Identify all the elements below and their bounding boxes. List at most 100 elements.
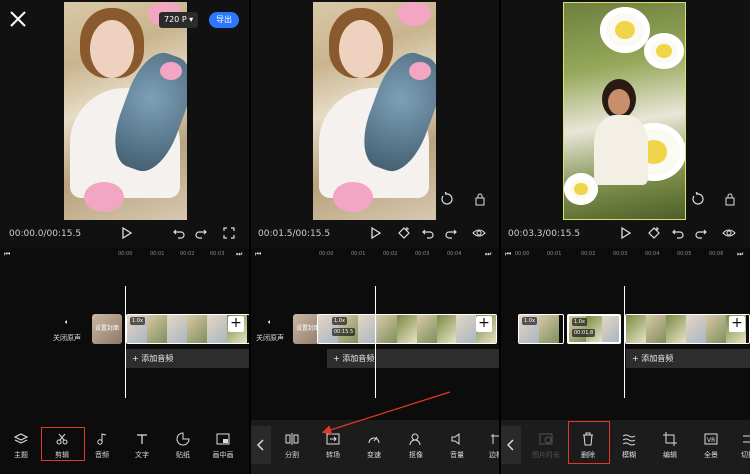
- selected-image-clip[interactable]: 1.0x 00:01.8: [567, 314, 621, 344]
- ruler-tick: 00:00: [118, 251, 133, 257]
- redo-icon[interactable]: [694, 226, 708, 240]
- main-toolbar: 主题 剪辑 音频 文字 贴纸 画中画: [0, 424, 249, 474]
- mute-original-audio[interactable]: 🔈︎ 关闭原声: [253, 318, 287, 343]
- keyframe-icon[interactable]: [647, 226, 661, 240]
- tool-panorama[interactable]: VR 全景: [694, 432, 728, 460]
- ruler-tick: 00:00: [319, 251, 334, 257]
- tool-cutout[interactable]: 抠像: [399, 432, 433, 460]
- video-clip[interactable]: 1.0x: [518, 314, 564, 344]
- timeline-ruler[interactable]: ⏮ 00:00 00:01 00:02 00:03 ⏭: [0, 250, 249, 260]
- tool-sticker[interactable]: 贴纸: [166, 432, 200, 460]
- tool-switch[interactable]: 切换: [731, 432, 750, 460]
- tool-label: 全景: [704, 451, 718, 459]
- clip-duration-badge: 00:15.5: [332, 328, 356, 336]
- image-toolbar: 图片时长 删除 模糊 编辑 VR 全景 切换: [501, 420, 750, 474]
- ruler-tick: 00:04: [645, 251, 660, 257]
- tool-picture-in-picture[interactable]: 画中画: [206, 432, 240, 460]
- playhead[interactable]: [375, 286, 376, 398]
- jump-end-icon[interactable]: ⏭: [485, 250, 491, 259]
- tool-border[interactable]: 边框: [479, 432, 499, 460]
- add-clip-button[interactable]: +: [228, 316, 244, 332]
- add-clip-button[interactable]: +: [729, 316, 745, 332]
- play-icon[interactable]: [618, 226, 632, 240]
- highlight-box: [568, 421, 610, 464]
- editor-panel-main: 720 P ▾ 导出 00:00.0/00:15.5 ⏮ 00:00 00:01…: [0, 0, 249, 474]
- video-preview: 00:03.3/00:15.5: [501, 0, 750, 248]
- add-clip-button[interactable]: +: [476, 316, 492, 332]
- chevron-left-icon: [507, 439, 514, 451]
- ruler-tick: 00:03: [613, 251, 628, 257]
- undo-icon[interactable]: [172, 226, 186, 240]
- tool-label: 画中画: [212, 451, 234, 459]
- keyframe-icon[interactable]: [397, 226, 411, 240]
- resolution-label: 720 P: [164, 15, 187, 24]
- tool-edit[interactable]: 编辑: [653, 432, 687, 460]
- clip-speed-badge: 1.0x: [572, 318, 587, 326]
- fullscreen-icon[interactable]: [222, 226, 236, 240]
- selected-video-clip[interactable]: 1.0x 00:15.5: [317, 314, 497, 344]
- jump-start-icon[interactable]: ⏮: [255, 250, 261, 259]
- back-button[interactable]: [251, 426, 271, 464]
- ruler-tick: 00:05: [677, 251, 692, 257]
- eye-icon[interactable]: [722, 226, 736, 240]
- tool-theme[interactable]: 主题: [4, 432, 38, 460]
- mute-original-audio[interactable]: 🔈︎ 关闭原声: [50, 318, 84, 343]
- tool-volume[interactable]: 音量: [440, 432, 474, 460]
- redo-icon[interactable]: [444, 226, 458, 240]
- tool-audio[interactable]: 音频: [85, 432, 119, 460]
- clip-toolbar: 分割 转场 变速 抠像 音量 边框: [251, 420, 499, 474]
- tool-text[interactable]: 文字: [125, 432, 159, 460]
- playback-time: 00:01.5/00:15.5: [258, 229, 331, 239]
- tool-label: 图片时长: [532, 451, 560, 459]
- svg-text:VR: VR: [707, 437, 715, 444]
- add-audio-button[interactable]: + 添加音频: [327, 349, 499, 368]
- border-icon: [491, 434, 499, 444]
- playhead[interactable]: [125, 286, 126, 398]
- tool-label: 边框: [489, 451, 499, 459]
- back-button[interactable]: [501, 426, 521, 464]
- clip-speed-badge: 1.0x: [130, 317, 145, 325]
- tool-label: 音频: [95, 451, 109, 459]
- tool-label: 编辑: [663, 451, 677, 459]
- tool-label: 贴纸: [176, 451, 190, 459]
- playback-time: 00:00.0/00:15.5: [9, 229, 82, 239]
- undo-icon[interactable]: [671, 226, 685, 240]
- tool-label: 抠像: [409, 451, 423, 459]
- add-audio-button[interactable]: + 添加音频: [626, 349, 750, 368]
- highlight-box: [41, 427, 85, 461]
- export-button[interactable]: 导出: [209, 12, 239, 28]
- add-audio-button[interactable]: + 添加音频: [126, 349, 249, 368]
- resolution-dropdown[interactable]: 720 P ▾: [159, 12, 199, 28]
- redo-icon[interactable]: [194, 226, 208, 240]
- jump-start-icon[interactable]: ⏮: [4, 250, 10, 259]
- playhead[interactable]: [624, 286, 625, 398]
- lock-icon[interactable]: [473, 192, 487, 206]
- split-icon: [285, 433, 299, 445]
- tool-label: 转场: [326, 451, 340, 459]
- transition-icon: [326, 433, 340, 445]
- close-icon[interactable]: [9, 10, 27, 28]
- jump-start-icon[interactable]: ⏮: [505, 250, 511, 259]
- timeline-ruler[interactable]: ⏮ 00:00 00:01 00:02 00:03 00:04 00:05 00…: [501, 250, 750, 260]
- rotate-icon[interactable]: [440, 192, 454, 206]
- tool-speed[interactable]: 变速: [357, 432, 391, 460]
- lock-icon[interactable]: [723, 192, 737, 206]
- tool-label: 分割: [285, 451, 299, 459]
- tool-image-duration[interactable]: 图片时长: [529, 432, 563, 460]
- rotate-icon[interactable]: [691, 192, 705, 206]
- set-cover-button[interactable]: 设置封面: [92, 314, 122, 344]
- jump-end-icon[interactable]: ⏭: [737, 250, 743, 259]
- switch-icon: [743, 435, 750, 443]
- mute-original-label: 关闭原声: [53, 334, 81, 342]
- undo-icon[interactable]: [421, 226, 435, 240]
- pip-icon: [216, 433, 230, 445]
- jump-end-icon[interactable]: ⏭: [236, 250, 242, 259]
- tool-transition[interactable]: 转场: [316, 432, 350, 460]
- eye-icon[interactable]: [472, 226, 486, 240]
- tool-split[interactable]: 分割: [275, 432, 309, 460]
- tool-blur[interactable]: 模糊: [612, 432, 646, 460]
- play-icon[interactable]: [368, 226, 382, 240]
- timeline-ruler[interactable]: ⏮ 00:00 00:01 00:02 00:03 00:04 ⏭: [251, 250, 499, 260]
- clip-speed-badge: 1.0x: [332, 317, 347, 325]
- play-icon[interactable]: [119, 226, 133, 240]
